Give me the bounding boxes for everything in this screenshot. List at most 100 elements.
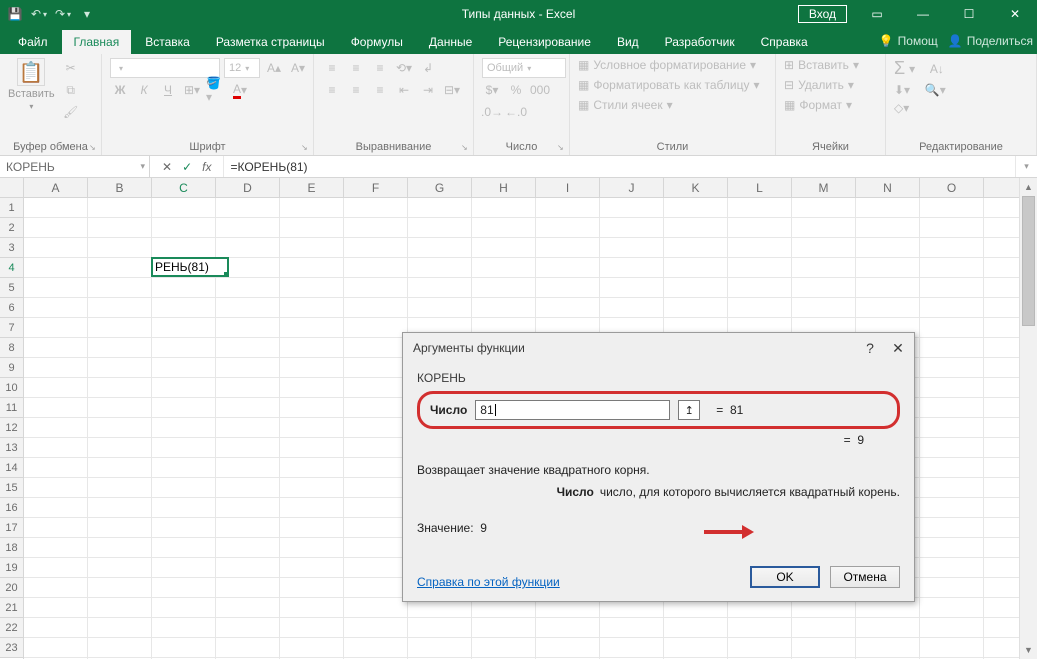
insert-cells-button[interactable]: ⊞ Вставить ▾ [784, 58, 859, 72]
underline-button[interactable]: Ч [158, 80, 178, 100]
autosum-icon[interactable]: Σ [894, 58, 905, 79]
row-header[interactable]: 23 [0, 638, 23, 658]
paste-button[interactable]: 📋 Вставить ▾ [8, 58, 55, 111]
column-header[interactable]: L [728, 178, 792, 197]
currency-icon[interactable]: $▾ [482, 80, 502, 100]
row-header[interactable]: 9 [0, 358, 23, 378]
name-box[interactable]: КОРЕНЬ [0, 156, 150, 177]
decrease-font-icon[interactable]: A▾ [288, 58, 308, 78]
qat-customize-icon[interactable]: ▾ [78, 5, 96, 23]
share-button[interactable]: 👤 Поделиться [948, 34, 1033, 48]
dialog-launcher-icon[interactable]: ↘ [557, 143, 567, 153]
font-name-dropdown[interactable] [110, 58, 220, 78]
increase-decimal-icon[interactable]: .0→ [482, 102, 502, 122]
row-header[interactable]: 1 [0, 198, 23, 218]
tab-data[interactable]: Данные [417, 30, 484, 54]
login-button[interactable]: Вход [798, 5, 847, 23]
row-header[interactable]: 18 [0, 538, 23, 558]
sort-filter-icon[interactable]: A↓ [930, 62, 944, 76]
row-header[interactable]: 8 [0, 338, 23, 358]
scroll-down-icon[interactable]: ▼ [1020, 641, 1037, 659]
maximize-icon[interactable]: ☐ [947, 0, 991, 28]
delete-cells-button[interactable]: ⊟ Удалить ▾ [784, 78, 854, 92]
font-size-dropdown[interactable]: 12 [224, 58, 260, 78]
align-middle-icon[interactable]: ≡ [346, 58, 366, 78]
cancel-button[interactable]: Отмена [830, 566, 900, 588]
tab-file[interactable]: Файл [6, 30, 60, 54]
dialog-launcher-icon[interactable]: ↘ [461, 143, 471, 153]
row-header[interactable]: 13 [0, 438, 23, 458]
row-header[interactable]: 19 [0, 558, 23, 578]
row-header[interactable]: 21 [0, 598, 23, 618]
row-header[interactable]: 4 [0, 258, 23, 278]
undo-button[interactable]: ↶ [30, 5, 48, 23]
column-header[interactable]: G [408, 178, 472, 197]
scroll-up-icon[interactable]: ▲ [1020, 178, 1037, 196]
orientation-icon[interactable]: ⟲▾ [394, 58, 414, 78]
tab-view[interactable]: Вид [605, 30, 651, 54]
increase-indent-icon[interactable]: ⇥ [418, 80, 438, 100]
column-header[interactable]: H [472, 178, 536, 197]
column-header[interactable]: N [856, 178, 920, 197]
row-header[interactable]: 20 [0, 578, 23, 598]
dialog-launcher-icon[interactable]: ↘ [89, 143, 99, 153]
decrease-decimal-icon[interactable]: ←.0 [506, 102, 526, 122]
confirm-formula-icon[interactable]: ✓ [182, 160, 192, 174]
tell-me-button[interactable]: 💡 Помощ [879, 34, 938, 48]
clear-icon[interactable]: ◇▾ [894, 101, 909, 115]
active-cell[interactable]: РЕНЬ(81) [151, 257, 229, 277]
scroll-thumb[interactable] [1022, 196, 1035, 326]
align-left-icon[interactable]: ≡ [322, 80, 342, 100]
border-icon[interactable]: ⊞▾ [182, 80, 202, 100]
redo-button[interactable]: ↷ [54, 5, 72, 23]
dialog-titlebar[interactable]: Аргументы функции ? ✕ [403, 333, 914, 363]
tab-help[interactable]: Справка [749, 30, 820, 54]
align-center-icon[interactable]: ≡ [346, 80, 366, 100]
row-header[interactable]: 3 [0, 238, 23, 258]
align-right-icon[interactable]: ≡ [370, 80, 390, 100]
row-header[interactable]: 22 [0, 618, 23, 638]
expand-formula-bar-icon[interactable]: ▾ [1015, 156, 1037, 177]
format-as-table-button[interactable]: ▦ Форматировать как таблицу ▾ [578, 78, 760, 92]
tab-page-layout[interactable]: Разметка страницы [204, 30, 337, 54]
insert-function-icon[interactable]: fx [202, 160, 211, 174]
column-header[interactable]: I [536, 178, 600, 197]
tab-formulas[interactable]: Формулы [339, 30, 415, 54]
ribbon-options-icon[interactable]: ▭ [855, 0, 899, 28]
column-header[interactable]: O [920, 178, 984, 197]
row-header[interactable]: 6 [0, 298, 23, 318]
save-icon[interactable]: 💾 [6, 5, 24, 23]
fill-handle[interactable] [224, 272, 229, 277]
format-painter-icon[interactable]: 🖌 [61, 102, 81, 122]
row-header[interactable]: 11 [0, 398, 23, 418]
conditional-formatting-button[interactable]: ▦ Условное форматирование ▾ [578, 58, 756, 72]
tab-insert[interactable]: Вставка [133, 30, 202, 54]
column-header[interactable]: J [600, 178, 664, 197]
tab-developer[interactable]: Разработчик [653, 30, 747, 54]
cell-styles-button[interactable]: ▦ Стили ячеек ▾ [578, 98, 673, 112]
minimize-icon[interactable]: — [901, 0, 945, 28]
row-header[interactable]: 15 [0, 478, 23, 498]
decrease-indent-icon[interactable]: ⇤ [394, 80, 414, 100]
align-top-icon[interactable]: ≡ [322, 58, 342, 78]
tab-home[interactable]: Главная [62, 30, 132, 54]
ok-button[interactable]: OK [750, 566, 820, 588]
tab-review[interactable]: Рецензирование [486, 30, 603, 54]
row-header[interactable]: 7 [0, 318, 23, 338]
row-header[interactable]: 2 [0, 218, 23, 238]
copy-icon[interactable]: ⧉ [61, 80, 81, 100]
select-all-corner[interactable] [0, 178, 24, 198]
align-bottom-icon[interactable]: ≡ [370, 58, 390, 78]
cancel-formula-icon[interactable]: ✕ [162, 160, 172, 174]
merge-icon[interactable]: ⊟▾ [442, 80, 462, 100]
cut-icon[interactable]: ✂ [61, 58, 81, 78]
row-header[interactable]: 5 [0, 278, 23, 298]
function-help-link[interactable]: Справка по этой функции [417, 575, 560, 589]
row-header[interactable]: 17 [0, 518, 23, 538]
column-header[interactable]: K [664, 178, 728, 197]
close-icon[interactable]: ✕ [993, 0, 1037, 28]
column-header[interactable]: B [88, 178, 152, 197]
column-header[interactable]: D [216, 178, 280, 197]
row-header[interactable]: 16 [0, 498, 23, 518]
row-header[interactable]: 10 [0, 378, 23, 398]
